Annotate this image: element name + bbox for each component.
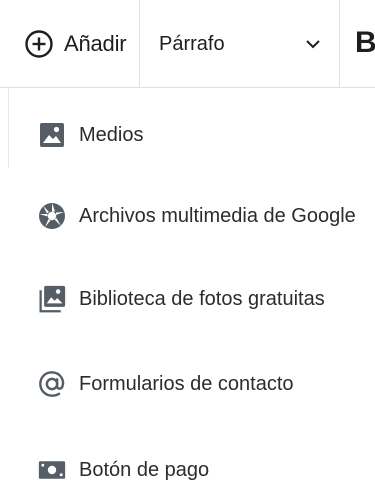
menu-item-google-media[interactable]: Archivos multimedia de Google xyxy=(0,186,375,246)
bold-button[interactable]: B xyxy=(355,26,375,60)
menu-item-label: Medios xyxy=(79,123,144,146)
at-sign-icon xyxy=(38,370,66,398)
block-toolbar: Añadir Párrafo B xyxy=(0,0,375,88)
payment-button-icon xyxy=(38,456,66,484)
inserter-menu: Medios Archivos multimedia de Google Bib… xyxy=(0,88,375,499)
plus-circle-icon xyxy=(25,30,53,58)
image-icon xyxy=(38,121,66,149)
menu-item-medios[interactable]: Medios xyxy=(0,105,375,165)
menu-item-label: Biblioteca de fotos gratuitas xyxy=(79,287,325,310)
block-type-label: Párrafo xyxy=(159,32,225,55)
google-photos-icon xyxy=(38,202,66,230)
menu-item-contact-forms[interactable]: Formularios de contacto xyxy=(0,354,375,414)
photo-library-icon xyxy=(38,285,66,313)
menu-item-free-photo-library[interactable]: Biblioteca de fotos gratuitas xyxy=(0,269,375,329)
menu-item-label: Archivos multimedia de Google xyxy=(79,204,356,227)
add-block-label: Añadir xyxy=(64,31,127,56)
add-block-button[interactable]: Añadir xyxy=(0,0,140,88)
menu-item-label: Botón de pago xyxy=(79,458,210,481)
editor-inserter-screen: Añadir Párrafo B Medios Archivos multime… xyxy=(0,0,375,499)
menu-item-payment-button[interactable]: Botón de pago xyxy=(0,440,375,499)
block-type-select[interactable]: Párrafo xyxy=(141,0,340,88)
menu-item-label: Formularios de contacto xyxy=(79,372,294,395)
chevron-down-icon xyxy=(306,40,320,49)
